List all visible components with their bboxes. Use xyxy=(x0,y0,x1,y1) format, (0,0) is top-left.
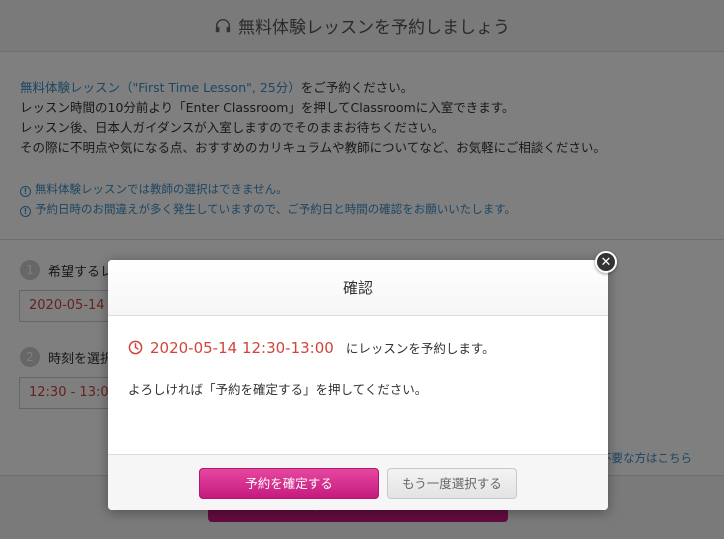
dialog-body: 2020-05-14 12:30-13:00 にレッスンを予約します。 よろしけ… xyxy=(108,316,608,398)
dialog-title: 確認 xyxy=(342,279,373,297)
selected-datetime: 2020-05-14 12:30-13:00 xyxy=(150,338,334,357)
confirm-dialog: 確認 2020-05-14 12:30-13:00 にレッスンを予約します。 よ… xyxy=(108,260,608,510)
datetime-suffix: にレッスンを予約します。 xyxy=(345,341,495,356)
close-icon[interactable]: ✕ xyxy=(595,251,617,273)
clock-icon xyxy=(128,340,143,355)
dialog-header: 確認 xyxy=(108,260,608,316)
confirm-message: よろしければ「予約を確定する」を押してください。 xyxy=(128,382,428,397)
datetime-row: 2020-05-14 12:30-13:00 にレッスンを予約します。 xyxy=(128,338,588,357)
reselect-button[interactable]: もう一度選択する xyxy=(387,468,517,499)
dialog-footer: 予約を確定する もう一度選択する xyxy=(108,454,608,510)
confirm-reservation-button[interactable]: 予約を確定する xyxy=(199,468,379,499)
